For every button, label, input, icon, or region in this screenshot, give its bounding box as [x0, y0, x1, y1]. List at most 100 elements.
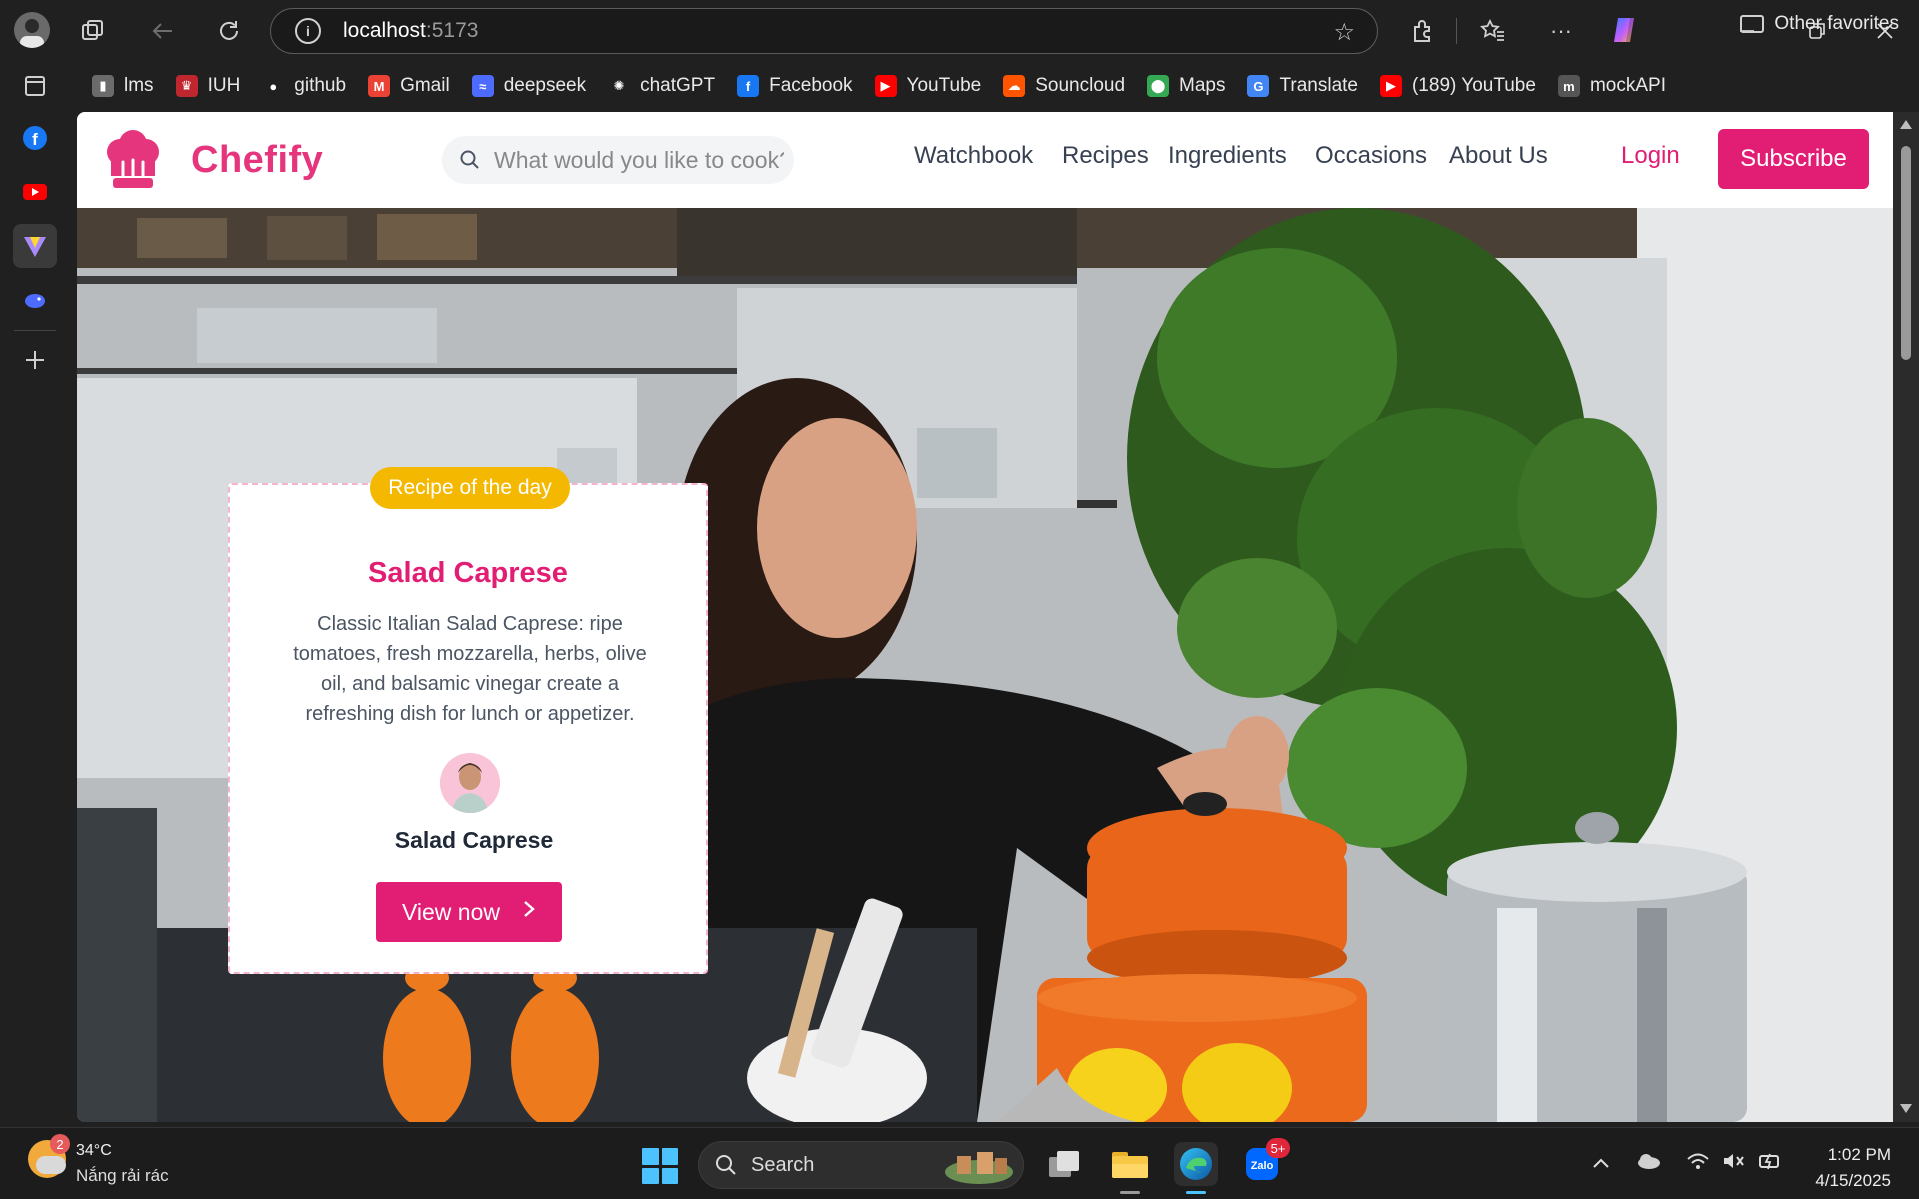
windows-start-icon[interactable]: [642, 1148, 678, 1184]
web-page: Chefify Watchbook Recipes Ingredients Oc…: [77, 112, 1893, 1122]
nav-ingredients[interactable]: Ingredients: [1168, 142, 1287, 170]
edge-browser-icon[interactable]: [1174, 1142, 1218, 1194]
address-url[interactable]: localhost:5173: [343, 19, 478, 43]
scroll-down-arrow-icon[interactable]: [1900, 1104, 1912, 1113]
brand-logo[interactable]: Chefify: [101, 128, 323, 192]
bookmark-label: Gmail: [400, 75, 450, 96]
other-favorites[interactable]: Other favorites: [1740, 13, 1899, 35]
address-bar[interactable]: i localhost:5173 ☆: [270, 8, 1378, 54]
copilot-icon[interactable]: [1606, 12, 1642, 48]
zalo-badge: 5+: [1266, 1138, 1290, 1158]
bookmark-gmail[interactable]: M Gmail: [368, 75, 450, 97]
nav-occasions[interactable]: Occasions: [1315, 142, 1427, 170]
weather-sun-icon: 2: [28, 1134, 70, 1178]
login-link[interactable]: Login: [1621, 142, 1680, 170]
folder-icon: [1740, 15, 1765, 33]
favorite-star-icon[interactable]: ☆: [1333, 18, 1355, 47]
task-view-icon[interactable]: [1042, 1142, 1086, 1186]
translate-icon: G: [1247, 75, 1270, 97]
bookmark-iuh[interactable]: ♛ IUH: [175, 75, 240, 97]
extensions-icon[interactable]: [1405, 14, 1439, 48]
bookmark-189-youtube[interactable]: ▶ (189) YouTube: [1379, 75, 1536, 97]
site-info-icon[interactable]: i: [295, 18, 321, 44]
workspaces-icon[interactable]: [76, 14, 110, 48]
sidebar-deepseek-icon[interactable]: [13, 278, 57, 322]
recipe-description: Classic Italian Salad Caprese: ripe toma…: [293, 613, 647, 725]
sidebar-youtube-icon[interactable]: [13, 170, 57, 214]
weather-widget[interactable]: 2: [28, 1134, 70, 1178]
bookmark-label: YouTube: [906, 75, 982, 96]
add-sidebar-app-icon[interactable]: [13, 338, 57, 382]
more-menu-icon[interactable]: ···: [1544, 14, 1578, 48]
onedrive-icon[interactable]: [1636, 1152, 1662, 1176]
bookmark-label: lms: [124, 75, 154, 96]
scrollbar-thumb[interactable]: [1901, 146, 1911, 360]
volume-muted-icon[interactable]: [1722, 1152, 1746, 1176]
nav-watchbook[interactable]: Watchbook: [914, 142, 1033, 170]
browser-tabbar: i localhost:5173 ☆ ···: [0, 0, 1919, 60]
recipe-of-the-day-card: Recipe of the day Salad Caprese Classic …: [228, 467, 708, 974]
bookmarks-bar: ▮ lms ♛ IUH ● github M Gmail ≈ deepseek ✺ chatGPT f F…: [70, 60, 1919, 112]
back-icon[interactable]: [146, 14, 180, 48]
sidebar-facebook-icon[interactable]: f: [13, 116, 57, 160]
sidebar-vite-icon[interactable]: [13, 224, 57, 268]
recipe-of-the-day-badge: Recipe of the day: [370, 467, 570, 509]
favorites-icon[interactable]: [1476, 14, 1510, 48]
bookmark-label: Souncloud: [1035, 75, 1126, 96]
bookmark-deepseek[interactable]: ≈ deepseek: [471, 75, 587, 97]
taskbar-search[interactable]: Search: [698, 1141, 1024, 1189]
bookmark-chatgpt[interactable]: ✺ chatGPT: [608, 75, 715, 97]
zalo-icon[interactable]: Zalo 5+: [1240, 1138, 1290, 1186]
page-scrollbar[interactable]: [1893, 112, 1919, 1122]
recipe-search[interactable]: [442, 136, 794, 184]
author-avatar: [440, 753, 500, 813]
url-host: localhost: [343, 19, 426, 42]
toolbar-divider: [1456, 18, 1457, 44]
view-now-button[interactable]: View now: [376, 882, 562, 942]
weather-cloud-icon: [36, 1156, 66, 1174]
subscribe-button[interactable]: Subscribe: [1718, 129, 1869, 189]
deepseek-icon: ≈: [471, 75, 494, 97]
file-explorer-icon[interactable]: [1108, 1142, 1152, 1194]
youtube-icon: ▶: [1379, 75, 1402, 97]
svg-text:Zalo: Zalo: [1251, 1160, 1274, 1172]
bookmark-label: Translate: [1279, 75, 1358, 96]
site-header: Chefify Watchbook Recipes Ingredients Oc…: [77, 112, 1893, 208]
bookmark-youtube[interactable]: ▶ YouTube: [874, 75, 982, 97]
weather-badge: 2: [50, 1134, 70, 1154]
bookmark-lms[interactable]: ▮ lms: [92, 75, 154, 97]
active-app-indicator: [1186, 1191, 1206, 1194]
lms-icon: ▮: [92, 75, 114, 97]
active-app-indicator: [1120, 1191, 1140, 1194]
tab-actions-icon[interactable]: [13, 64, 57, 108]
bookmark-souncloud[interactable]: ☁ Souncloud: [1003, 75, 1125, 97]
clock-time: 1:02 PM: [1827, 1145, 1891, 1164]
taskbar-search-label: Search: [751, 1153, 815, 1176]
refresh-icon[interactable]: [212, 14, 246, 48]
svg-text:f: f: [32, 130, 38, 149]
facebook-icon: f: [737, 75, 760, 97]
bookmark-translate[interactable]: G Translate: [1247, 75, 1358, 97]
hero-kitchen-image: Recipe of the day Salad Caprese Classic …: [77, 208, 1893, 1122]
search-icon: [460, 150, 480, 170]
github-icon: ●: [269, 78, 278, 94]
search-input[interactable]: [494, 146, 784, 174]
bookmark-github[interactable]: ● github: [262, 75, 346, 97]
bookmark-facebook[interactable]: f Facebook: [737, 75, 853, 97]
wifi-icon[interactable]: [1686, 1152, 1710, 1176]
bookmark-label: Maps: [1179, 75, 1226, 96]
nav-recipes[interactable]: Recipes: [1062, 142, 1149, 170]
tray-chevron-icon[interactable]: [1592, 1152, 1610, 1175]
bookmark-maps[interactable]: ⬤ Maps: [1147, 75, 1225, 97]
bookmark-label: github: [294, 75, 347, 96]
weather-temperature: 34°C: [76, 1142, 112, 1159]
profile-avatar[interactable]: [14, 12, 50, 48]
scroll-up-arrow-icon[interactable]: [1900, 120, 1912, 129]
bookmark-mockapi[interactable]: m mockAPI: [1557, 75, 1666, 97]
browser-sidebar: f: [0, 60, 70, 1127]
battery-charging-icon[interactable]: [1758, 1152, 1784, 1176]
taskbar-clock[interactable]: 1:02 PM 4/15/2025: [1815, 1142, 1891, 1194]
taskbar-search-icon: [716, 1155, 736, 1175]
bookmark-label: deepseek: [503, 75, 587, 96]
nav-about-us[interactable]: About Us: [1449, 142, 1548, 170]
